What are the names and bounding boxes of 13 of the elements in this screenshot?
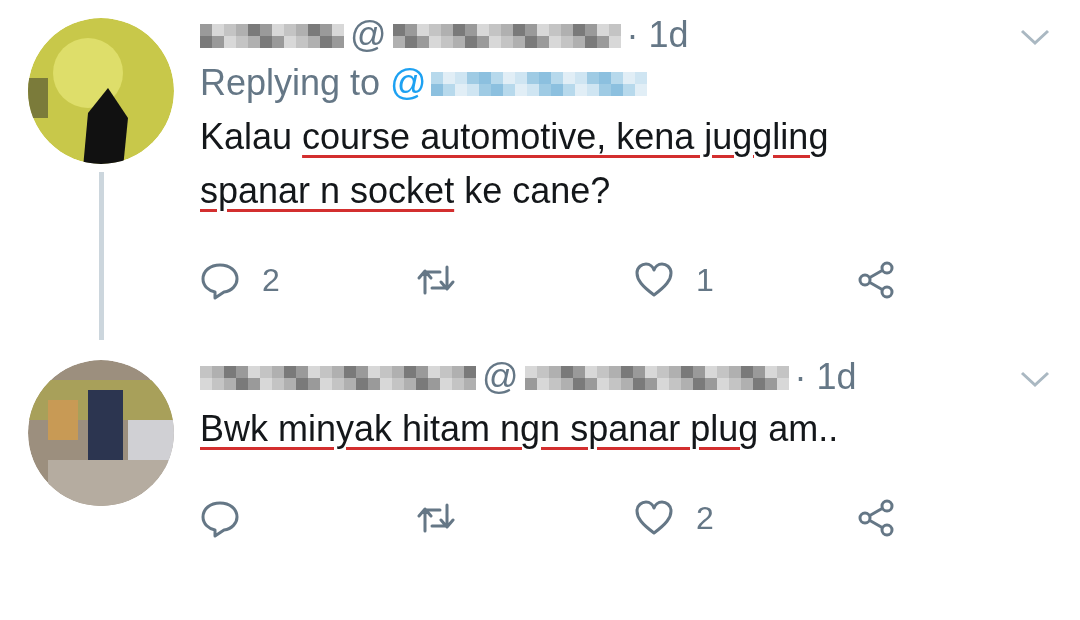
at-sign: @ (482, 356, 519, 398)
replying-to-label: Replying to (200, 62, 381, 104)
count: 2 (696, 499, 714, 537)
count: 2 (262, 261, 280, 299)
share-icon[interactable] (856, 260, 896, 300)
tweet-text: Bwk minyak hitam ngn spanar plug am.. (200, 407, 840, 451)
at-sign: @ (350, 14, 387, 56)
count: 1 (696, 261, 714, 299)
mention-link[interactable]: @ (390, 62, 427, 104)
tweet-text: Kalau course automotive, kena juggling spanar n socket ke cane? (200, 115, 830, 213)
timestamp: · 1d (626, 14, 689, 56)
timestamp: · 1d (794, 356, 857, 398)
share-icon[interactable] (856, 498, 896, 538)
